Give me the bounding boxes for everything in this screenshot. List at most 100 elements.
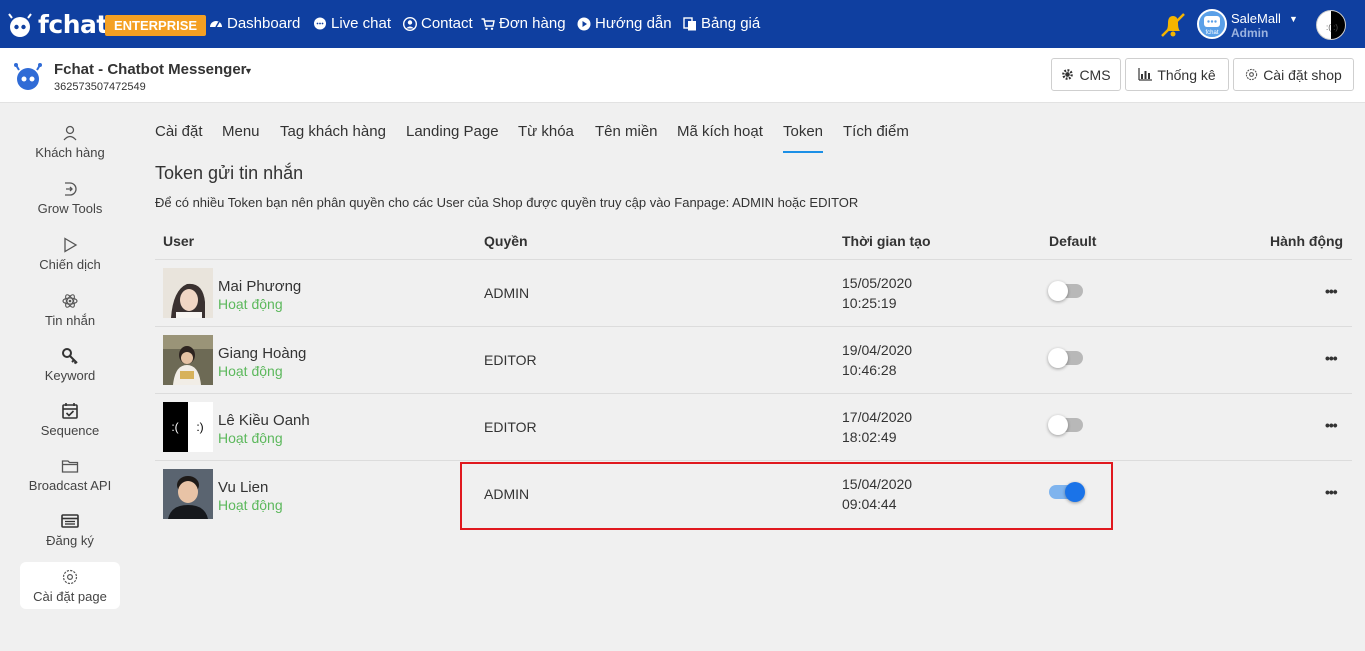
user-avatar-face: :( :) [1326, 23, 1338, 32]
sidebar-item-label: Grow Tools [37, 201, 103, 216]
sidebar-item-grow-tools[interactable]: Grow Tools [20, 178, 120, 223]
enterprise-badge: ENTERPRISE [105, 15, 207, 36]
sidebar-item-broadcast-api[interactable]: Broadcast API [20, 455, 120, 500]
user-photo [163, 335, 213, 385]
bell-muted-icon[interactable] [1158, 11, 1188, 39]
tab-activation-code[interactable]: Mã kích hoạt [677, 123, 763, 140]
nav-pricing[interactable]: Bảng giá [683, 15, 760, 32]
table-divider [155, 259, 1352, 260]
avatar-sad-face: :( [171, 420, 178, 434]
nav-dashboard[interactable]: Dashboard [209, 15, 300, 32]
toggle-knob [1048, 348, 1068, 368]
shop-role: Admin [1231, 26, 1269, 40]
sidebar-item-subscriptions[interactable]: Đăng ký [20, 510, 120, 555]
cms-button-label: CMS [1079, 66, 1111, 83]
user-name: Mai Phương [218, 278, 302, 295]
nav-live-chat-label: Live chat [331, 15, 392, 32]
brand-name: fchat [38, 10, 108, 39]
user-name: Lê Kiều Oanh [218, 412, 310, 429]
user-name: Vu Lien [218, 479, 269, 496]
shop-name[interactable]: SaleMall [1231, 11, 1281, 26]
tab-landing-page[interactable]: Landing Page [406, 123, 499, 140]
default-toggle[interactable] [1048, 415, 1083, 435]
cms-button[interactable]: CMS [1051, 58, 1121, 91]
key-icon [62, 348, 78, 365]
created-date: 17/04/2020 [842, 409, 913, 425]
created-time: 18:02:49 [842, 429, 897, 445]
user-role: EDITOR [484, 352, 537, 368]
nav-guide-label: Hướng dẫn [595, 15, 672, 32]
row-actions-button[interactable]: ••• [1325, 283, 1338, 299]
column-header-default: Default [1049, 233, 1097, 249]
tab-domains[interactable]: Tên miền [595, 123, 658, 140]
folder-icon [61, 460, 79, 473]
shop-dropdown-caret-icon[interactable]: ▼ [1289, 14, 1298, 24]
tab-settings[interactable]: Cài đặt [155, 123, 203, 140]
user-status: Hoạt động [218, 363, 283, 379]
user-photo [163, 268, 213, 318]
shop-avatar-text: fchat [1205, 30, 1218, 36]
sidebar-item-customers[interactable]: Khách hàng [20, 122, 120, 167]
dashboard-icon [210, 20, 222, 27]
sidebar-item-page-settings[interactable]: Cài đặt page [20, 562, 120, 609]
default-toggle[interactable] [1048, 348, 1083, 368]
nav-orders-label: Đơn hàng [499, 15, 566, 32]
bot-logo-icon [8, 12, 32, 37]
statistics-button[interactable]: Thống kê [1125, 58, 1229, 91]
grow-tools-icon [65, 182, 77, 196]
page-dropdown-caret-icon[interactable]: ▼ [244, 66, 253, 76]
atom-icon [62, 294, 78, 308]
list-card-icon [61, 514, 79, 528]
nav-pricing-label: Bảng giá [701, 15, 761, 32]
nav-orders[interactable]: Đơn hàng [481, 15, 566, 32]
row-actions-button[interactable]: ••• [1325, 350, 1338, 366]
nav-contact-label: Contact [421, 15, 473, 32]
tab-keywords[interactable]: Từ khóa [518, 123, 574, 140]
user-role: ADMIN [484, 285, 530, 301]
top-navbar: fchat ENTERPRISE Dashboard Live chat Con… [0, 0, 1365, 48]
column-header-user: User [163, 233, 195, 249]
avatar [163, 469, 213, 519]
created-date: 19/04/2020 [842, 342, 913, 358]
page-title[interactable]: Fchat - Chatbot Messenger [54, 61, 247, 78]
user-status: Hoạt động [218, 497, 283, 513]
tab-customer-tags[interactable]: Tag khách hàng [280, 123, 386, 140]
document-copy-icon [683, 16, 696, 30]
calendar-check-icon [62, 403, 78, 419]
user-status: Hoạt động [218, 430, 283, 446]
play-icon [64, 237, 78, 253]
sidebar-item-campaigns[interactable]: Chiến dịch [20, 234, 120, 279]
settings-outline-icon [1246, 68, 1258, 81]
row-actions-button[interactable]: ••• [1325, 484, 1338, 500]
section-title: Token gửi tin nhắn [155, 163, 304, 183]
created-date: 15/05/2020 [842, 275, 913, 291]
sidebar-item-messages[interactable]: Tin nhắn [20, 290, 120, 335]
nav-contact[interactable]: Contact [403, 15, 473, 32]
row-actions-button[interactable]: ••• [1325, 417, 1338, 433]
shop-settings-button[interactable]: Cài đặt shop [1233, 58, 1354, 91]
default-toggle[interactable] [1048, 281, 1083, 301]
sidebar-item-label: Sequence [40, 423, 100, 438]
sidebar-item-label: Tin nhắn [44, 313, 96, 328]
avatar [163, 335, 213, 385]
sidebar-item-label: Khách hàng [35, 145, 105, 160]
tab-menu[interactable]: Menu [222, 123, 260, 140]
sidebar-item-keyword[interactable]: Keyword [20, 345, 120, 390]
page-header: Fchat - Chatbot Messenger ▼ 362573507472… [0, 48, 1365, 103]
sidebar-item-sequence[interactable]: Sequence [20, 400, 120, 445]
user-avatar[interactable]: :( :) [1316, 10, 1346, 40]
tab-points[interactable]: Tích điểm [843, 123, 909, 140]
user-photo: :( :) [163, 402, 213, 452]
nav-guide[interactable]: Hướng dẫn [577, 15, 672, 32]
created-time: 10:46:28 [842, 362, 897, 378]
nav-live-chat[interactable]: Live chat [313, 15, 391, 32]
fchat-logo[interactable]: fchat [6, 10, 108, 39]
column-header-role: Quyền [484, 233, 528, 249]
avatar: :( :) [163, 402, 213, 452]
user-avatar-text: :( :) [1326, 23, 1338, 32]
shop-avatar[interactable]: fchat [1197, 9, 1227, 39]
shop-settings-button-label: Cài đặt shop [1263, 66, 1342, 83]
sidebar-item-label: Đăng ký [46, 533, 94, 548]
tab-token[interactable]: Token [783, 123, 823, 140]
sidebar-item-label: Cài đặt page [33, 589, 107, 604]
